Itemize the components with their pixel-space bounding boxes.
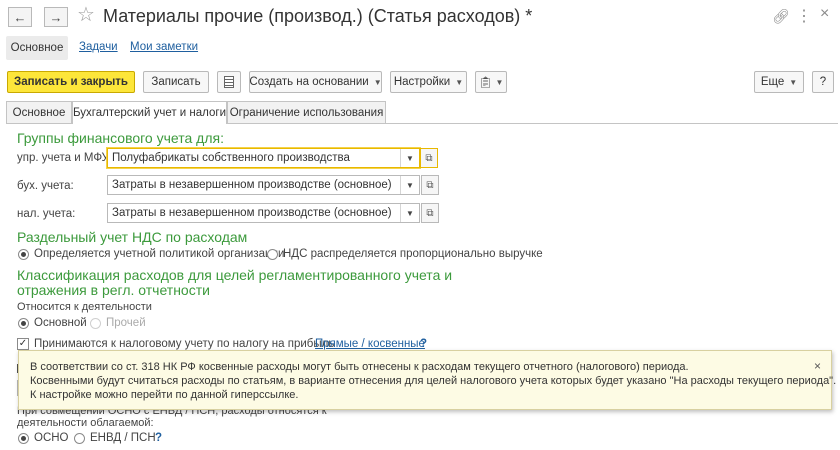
classification-heading-2: отражения в регл. отчетности: [17, 282, 210, 298]
close-icon[interactable]: ×: [820, 5, 829, 23]
combined-label-2: деятельности облагаемой:: [17, 417, 154, 429]
favorite-star-icon[interactable]: ☆: [77, 4, 95, 26]
tab-main[interactable]: Основное: [6, 101, 72, 123]
link-icon[interactable]: 🔗︎: [772, 8, 790, 25]
tax-accept-label: Принимаются к налоговому учету по налогу…: [34, 338, 335, 350]
chevron-down-icon: ▼: [373, 77, 382, 87]
info-tooltip: В соответствии со ст. 318 НК РФ косвенны…: [18, 350, 836, 410]
arrow-right-icon: →: [49, 9, 63, 25]
settings-label: Настройки: [393, 76, 451, 88]
report-button[interactable]: [217, 71, 241, 93]
classification-heading-1: Классификация расходов для целей регламе…: [17, 267, 453, 283]
activity-main-label: Основной: [34, 317, 87, 329]
nav-notes[interactable]: Мои заметки: [130, 41, 198, 53]
chevron-down-icon: ▼: [455, 77, 464, 87]
back-button[interactable]: ←: [8, 7, 32, 27]
tooltip-line-2: Косвенными будут считаться расходы по ст…: [30, 375, 837, 387]
open-icon[interactable]: ⧉: [420, 148, 438, 168]
vat-heading: Раздельный учет НДС по расходам: [17, 229, 248, 245]
tooltip-line-1: В соответствии со ст. 318 НК РФ косвенны…: [30, 361, 689, 373]
print-icon: 📋︎: [478, 76, 493, 89]
accounting-field[interactable]: Затраты в незавершенном производстве (ос…: [107, 175, 420, 195]
tab-accounting-taxes[interactable]: Бухгалтерский учет и налоги: [72, 101, 227, 124]
more-label: Еще: [760, 76, 785, 88]
accounting-value: Затраты в незавершенном производстве (ос…: [112, 179, 392, 191]
tab-usage-restriction[interactable]: Ограничение использования: [227, 101, 386, 123]
activity-other-radio[interactable]: [90, 318, 101, 329]
open-icon[interactable]: ⧉: [421, 203, 439, 223]
chevron-down-icon[interactable]: ▼: [400, 149, 419, 167]
activity-label: Относится к деятельности: [17, 301, 152, 313]
print-menu-button[interactable]: 📋︎ ▼: [475, 71, 507, 93]
nav-main[interactable]: Основное: [6, 36, 68, 60]
combined-envd-label: ЕНВД / ПСН: [90, 432, 156, 444]
open-icon[interactable]: ⧉: [421, 175, 439, 195]
more-button[interactable]: Еще ▼: [754, 71, 804, 93]
document-list-icon: [224, 76, 234, 88]
mgmt-account-label: упр. учета и МФУ:: [17, 152, 112, 164]
combined-help[interactable]: ?: [155, 432, 162, 444]
arrow-left-icon: ←: [13, 9, 27, 25]
mgmt-account-field[interactable]: Полуфабрикаты собственного производства …: [107, 148, 420, 168]
direct-indirect-help[interactable]: ?: [420, 338, 427, 350]
chevron-down-icon: ▼: [789, 77, 798, 87]
vat-option-policy-label: Определяется учетной политикой организац…: [34, 248, 285, 260]
save-button[interactable]: Записать: [143, 71, 209, 93]
vat-option-proportional-label: НДС распределяется пропорционально выруч…: [283, 248, 543, 260]
nav-tasks[interactable]: Задачи: [79, 41, 118, 53]
tax-account-field[interactable]: Затраты в незавершенном производстве (ос…: [107, 203, 420, 223]
forward-button[interactable]: →: [44, 7, 68, 27]
save-and-close-button[interactable]: Записать и закрыть: [7, 71, 135, 93]
groups-heading: Группы финансового учета для:: [17, 130, 224, 146]
combined-osno-radio[interactable]: [18, 433, 29, 444]
combined-osno-label: ОСНО: [34, 432, 69, 444]
kebab-menu-icon[interactable]: ⋮: [796, 6, 812, 26]
chevron-down-icon[interactable]: ▼: [400, 204, 419, 222]
activity-main-radio[interactable]: [18, 318, 29, 329]
accounting-label: бух. учета:: [17, 180, 74, 192]
direct-indirect-link[interactable]: Прямые / косвенные: [315, 338, 425, 350]
help-button[interactable]: ?: [812, 71, 834, 93]
vat-option-proportional-radio[interactable]: [267, 249, 278, 260]
vat-option-policy-radio[interactable]: [18, 249, 29, 260]
tax-account-label: нал. учета:: [17, 208, 76, 220]
mgmt-account-value: Полуфабрикаты собственного производства: [112, 152, 350, 164]
tax-accept-checkbox[interactable]: ✓: [17, 338, 29, 350]
window-title: Материалы прочие (производ.) (Статья рас…: [103, 6, 533, 26]
create-based-on-button[interactable]: Создать на основании ▼: [249, 71, 382, 93]
combined-envd-radio[interactable]: [74, 433, 85, 444]
tooltip-line-3: К настройке можно перейти по данной гипе…: [30, 389, 299, 401]
create-based-on-label: Создать на основании: [249, 76, 369, 88]
chevron-down-icon[interactable]: ▼: [400, 176, 419, 194]
tax-account-value: Затраты в незавершенном производстве (ос…: [112, 207, 392, 219]
close-icon[interactable]: ×: [814, 359, 821, 373]
activity-other-label: Прочей: [106, 317, 146, 329]
chevron-down-icon: ▼: [495, 77, 504, 87]
settings-button[interactable]: Настройки ▼: [390, 71, 467, 93]
